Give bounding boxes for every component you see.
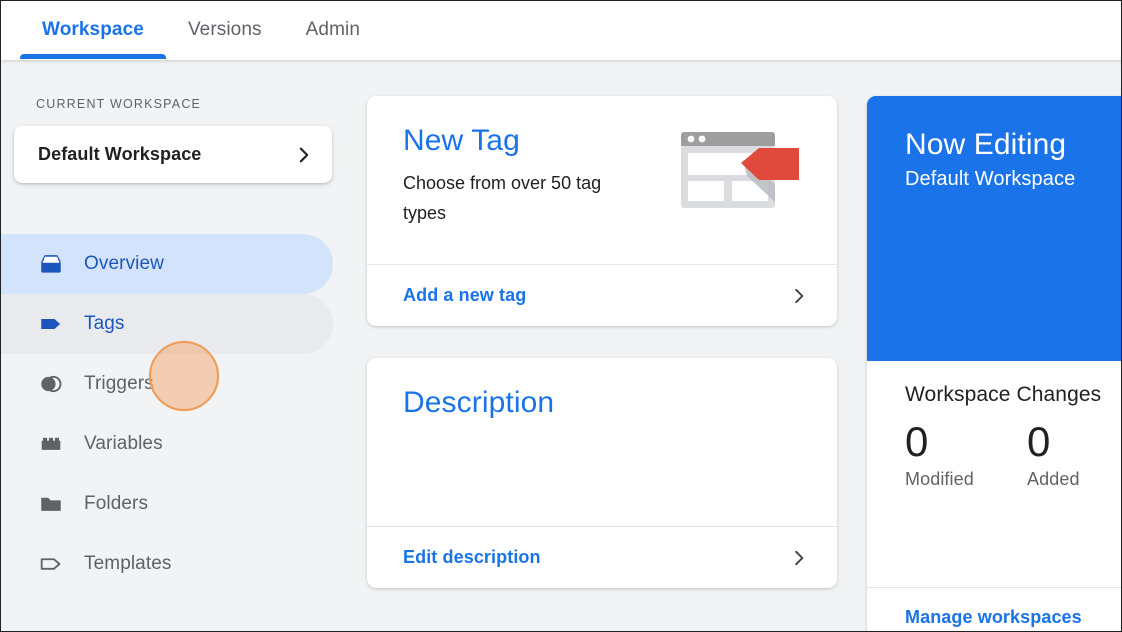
chevron-right-icon [789, 286, 809, 306]
sidebar-item-triggers[interactable]: Triggers [1, 354, 333, 414]
sidebar: CURRENT WORKSPACE Default Workspace Over… [1, 60, 345, 631]
manage-workspaces-action[interactable]: Manage workspaces [867, 587, 1121, 631]
description-title: Description [403, 386, 555, 419]
now-editing-banner: Now Editing Default Workspace [867, 96, 1121, 361]
tab-workspace-label: Workspace [42, 19, 144, 40]
add-new-tag-action[interactable]: Add a new tag [367, 264, 837, 326]
workspace-selector[interactable]: Default Workspace [14, 126, 332, 183]
edit-description-label: Edit description [403, 547, 541, 567]
stat-added-value: 0 [1027, 418, 1051, 465]
manage-workspaces-label: Manage workspaces [905, 607, 1082, 627]
overview-icon [36, 249, 66, 279]
sidebar-item-overview[interactable]: Overview [1, 234, 333, 294]
new-tag-illustration [677, 124, 805, 229]
new-tag-card-body: New Tag Choose from over 50 tag types [367, 96, 837, 228]
workspace-selector-name: Default Workspace [38, 144, 202, 164]
sidebar-item-tags[interactable]: Tags [1, 294, 333, 354]
new-tag-card[interactable]: New Tag Choose from over 50 tag types Ad… [367, 96, 837, 326]
sidebar-item-templates[interactable]: Templates [1, 534, 333, 594]
chevron-right-icon [294, 145, 314, 165]
stat-modified: 0 Modified [905, 415, 1027, 490]
stat-modified-value: 0 [905, 418, 929, 465]
sidebar-nav: Overview Tags Triggers Variables Folders… [1, 234, 345, 594]
edit-description-action[interactable]: Edit description [367, 526, 837, 588]
tab-workspace[interactable]: Workspace [20, 1, 166, 59]
workspace-changes-title: Workspace Changes [905, 383, 1102, 406]
sidebar-item-folders[interactable]: Folders [1, 474, 333, 534]
stat-added: 0 Added [1027, 415, 1121, 490]
sidebar-item-variables[interactable]: Variables [1, 414, 333, 474]
folder-icon [36, 489, 66, 519]
now-editing-heading: Now Editing [905, 128, 1067, 161]
workspace-status-card: Now Editing Default Workspace Workspace … [867, 96, 1121, 631]
sidebar-item-tags-label: Tags [84, 313, 125, 334]
body-area: CURRENT WORKSPACE Default Workspace Over… [1, 60, 1121, 631]
sidebar-item-triggers-label: Triggers [84, 373, 154, 394]
add-new-tag-label: Add a new tag [403, 285, 527, 305]
main-content: New Tag Choose from over 50 tag types Ad… [345, 60, 1121, 631]
description-card[interactable]: Description Edit description [367, 358, 837, 588]
top-tab-bar: Workspace Versions Admin [1, 1, 1121, 60]
triggers-icon [36, 369, 66, 399]
tab-admin-label: Admin [305, 19, 360, 40]
tag-icon [36, 309, 66, 339]
workspace-change-stats: 0 Modified 0 Added [867, 407, 1121, 490]
sidebar-item-overview-label: Overview [84, 253, 164, 274]
sidebar-item-variables-label: Variables [84, 433, 163, 454]
current-workspace-label: CURRENT WORKSPACE [36, 97, 202, 111]
gtm-workspace-screen: Workspace Versions Admin CURRENT WORKSPA… [0, 0, 1122, 632]
stat-added-label: Added [1027, 469, 1080, 489]
chevron-right-icon [789, 548, 809, 568]
sidebar-item-templates-label: Templates [84, 553, 172, 574]
active-tab-underline [20, 54, 166, 59]
stat-modified-label: Modified [905, 469, 974, 489]
tab-versions[interactable]: Versions [166, 1, 284, 59]
now-editing-workspace-name: Default Workspace [905, 168, 1076, 190]
tab-admin[interactable]: Admin [284, 1, 382, 59]
template-icon [36, 549, 66, 579]
new-tag-subtitle: Choose from over 50 tag types [403, 173, 602, 223]
description-card-body: Description [367, 358, 837, 422]
sidebar-item-folders-label: Folders [84, 493, 149, 514]
tab-versions-label: Versions [187, 19, 262, 40]
variables-icon [36, 429, 66, 459]
